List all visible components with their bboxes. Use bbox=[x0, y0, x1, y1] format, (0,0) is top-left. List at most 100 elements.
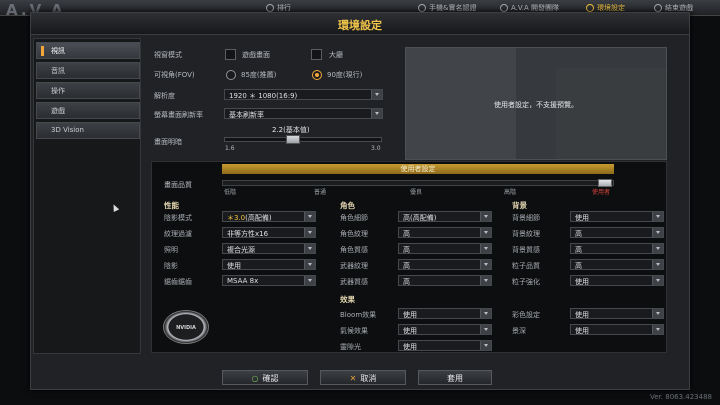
background-title: 背景 bbox=[512, 201, 527, 210]
char-texture-label: 角色紋理 bbox=[340, 230, 368, 238]
cancel-label: 取消 bbox=[360, 374, 377, 383]
quality-mark-low: 低階 bbox=[224, 189, 237, 196]
brightness-max: 3.0 bbox=[371, 145, 381, 152]
refresh-label: 螢幕畫面刷新率 bbox=[154, 111, 203, 119]
char-texture-select[interactable]: 高 bbox=[398, 227, 492, 238]
fov-85-label: 85度(推薦) bbox=[241, 71, 277, 79]
bg-texture-select[interactable]: 高 bbox=[570, 227, 664, 238]
chevron-down-icon bbox=[652, 276, 663, 285]
chevron-down-icon bbox=[304, 212, 315, 221]
chevron-down-icon bbox=[652, 260, 663, 269]
char-quality-value: 高 bbox=[403, 246, 410, 254]
chevron-down-icon bbox=[480, 212, 491, 221]
shadow-select[interactable]: 使用 bbox=[222, 259, 316, 270]
particle-quality-select[interactable]: 高 bbox=[570, 259, 664, 270]
chevron-down-icon bbox=[480, 341, 491, 350]
fullscreen-checkbox[interactable] bbox=[311, 49, 322, 60]
character-title: 角色 bbox=[340, 201, 355, 210]
sidebar-item-3dvision[interactable]: 3D Vision bbox=[36, 122, 140, 139]
fov-90-radio[interactable] bbox=[312, 70, 322, 80]
preview-scene bbox=[556, 68, 666, 159]
confirm-button[interactable]: ○ 確認 bbox=[222, 370, 308, 385]
color-setting-label: 彩色設定 bbox=[512, 311, 540, 319]
dof-select[interactable]: 使用 bbox=[570, 324, 664, 335]
antialias-value: MSAA 8x bbox=[227, 277, 259, 285]
bloom-label: Bloom效果 bbox=[340, 311, 377, 319]
bg-texture-value: 高 bbox=[575, 230, 582, 238]
chevron-down-icon bbox=[304, 244, 315, 253]
quality-slider-thumb[interactable] bbox=[598, 179, 612, 187]
sidebar-item-video[interactable]: 視訊 bbox=[36, 42, 140, 59]
quality-slider[interactable] bbox=[222, 179, 614, 187]
refresh-select[interactable]: 基本刷新率 bbox=[224, 108, 383, 119]
trophy-icon bbox=[266, 4, 274, 12]
weapon-texture-label: 武器紋理 bbox=[340, 262, 368, 270]
color-setting-value: 使用 bbox=[575, 311, 589, 319]
shadow-mode-prefix: ＊3.0 bbox=[227, 214, 246, 222]
nvidia-logo-icon: NVIDIA bbox=[163, 310, 209, 344]
fov-90-label: 90度(現行) bbox=[327, 71, 363, 79]
brightness-slider-thumb[interactable] bbox=[285, 135, 300, 144]
bg-quality-select[interactable]: 高 bbox=[570, 243, 664, 254]
sidebar-item-game[interactable]: 遊戲 bbox=[36, 102, 140, 119]
brightness-current: 2.2(基本值) bbox=[272, 126, 310, 134]
exit-icon bbox=[654, 4, 662, 12]
char-texture-value: 高 bbox=[403, 230, 410, 238]
quality-mark-good: 優良 bbox=[410, 189, 423, 196]
settings-sidebar: 視訊 音訊 操作 遊戲 3D Vision bbox=[33, 38, 141, 354]
effects-title: 效果 bbox=[340, 295, 355, 304]
char-detail-label: 角色細節 bbox=[340, 214, 368, 222]
bg-detail-label: 背景細節 bbox=[512, 214, 540, 222]
refresh-value: 基本刷新率 bbox=[229, 111, 264, 119]
bloom-select[interactable]: 使用 bbox=[398, 308, 492, 319]
brightness-label: 畫面明暗 bbox=[154, 138, 182, 146]
sidebar-item-controls[interactable]: 操作 bbox=[36, 82, 140, 99]
brightness-slider[interactable] bbox=[224, 135, 382, 144]
particle-enhance-select[interactable]: 使用 bbox=[570, 275, 664, 286]
resolution-select[interactable]: 1920 ＊ 1080(16:9) bbox=[224, 89, 383, 100]
quality-label: 畫面品質 bbox=[164, 181, 192, 189]
color-setting-select[interactable]: 使用 bbox=[570, 308, 664, 319]
dialog-title-bar: 環境設定 bbox=[31, 13, 689, 35]
dof-value: 使用 bbox=[575, 327, 589, 335]
fov-85-radio[interactable] bbox=[226, 70, 236, 80]
team-icon bbox=[500, 4, 508, 12]
dof-label: 景深 bbox=[512, 327, 526, 335]
game-window-checkbox[interactable] bbox=[225, 49, 236, 60]
shadow-mode-select[interactable]: ＊3.0(高配備) bbox=[222, 211, 316, 222]
weapon-texture-select[interactable]: 高 bbox=[398, 259, 492, 270]
lighting-value: 複合光源 bbox=[227, 246, 255, 254]
game-window-label: 遊戲畫面 bbox=[242, 51, 270, 59]
nvidia-logo-text: NVIDIA bbox=[176, 325, 196, 331]
particle-enhance-value: 使用 bbox=[575, 278, 589, 286]
bg-detail-select[interactable]: 使用 bbox=[570, 211, 664, 222]
antialias-select[interactable]: MSAA 8x bbox=[222, 275, 316, 286]
lighting-label: 照明 bbox=[164, 246, 178, 254]
phone-icon bbox=[418, 4, 426, 12]
bg-quality-label: 背景質感 bbox=[512, 246, 540, 254]
bg-quality-value: 高 bbox=[575, 246, 582, 254]
weapon-quality-select[interactable]: 高 bbox=[398, 275, 492, 286]
chevron-down-icon bbox=[480, 244, 491, 253]
chevron-down-icon bbox=[652, 228, 663, 237]
quality-header: 使用者設定 bbox=[222, 164, 614, 174]
chevron-down-icon bbox=[652, 325, 663, 334]
sidebar-item-audio[interactable]: 音訊 bbox=[36, 62, 140, 79]
version-text: Ver. 8063.423488 bbox=[650, 393, 712, 401]
chevron-down-icon bbox=[304, 276, 315, 285]
weather-select[interactable]: 使用 bbox=[398, 324, 492, 335]
weather-label: 氣候效果 bbox=[340, 327, 368, 335]
lightshaft-select[interactable]: 使用 bbox=[398, 340, 492, 351]
char-quality-select[interactable]: 高 bbox=[398, 243, 492, 254]
char-detail-select[interactable]: 高(高配備) bbox=[398, 211, 492, 222]
char-quality-label: 角色質感 bbox=[340, 246, 368, 254]
gear-icon bbox=[586, 4, 594, 12]
lighting-select[interactable]: 複合光源 bbox=[222, 243, 316, 254]
texture-filter-select[interactable]: 非等方性x16 bbox=[222, 227, 316, 238]
fullscreen-label: 大廳 bbox=[329, 51, 343, 59]
cancel-button[interactable]: ✕ 取消 bbox=[320, 370, 406, 385]
chevron-down-icon bbox=[652, 309, 663, 318]
apply-button[interactable]: 套用 bbox=[418, 370, 492, 385]
weapon-quality-label: 武器質感 bbox=[340, 278, 368, 286]
lightshaft-value: 使用 bbox=[403, 343, 417, 351]
